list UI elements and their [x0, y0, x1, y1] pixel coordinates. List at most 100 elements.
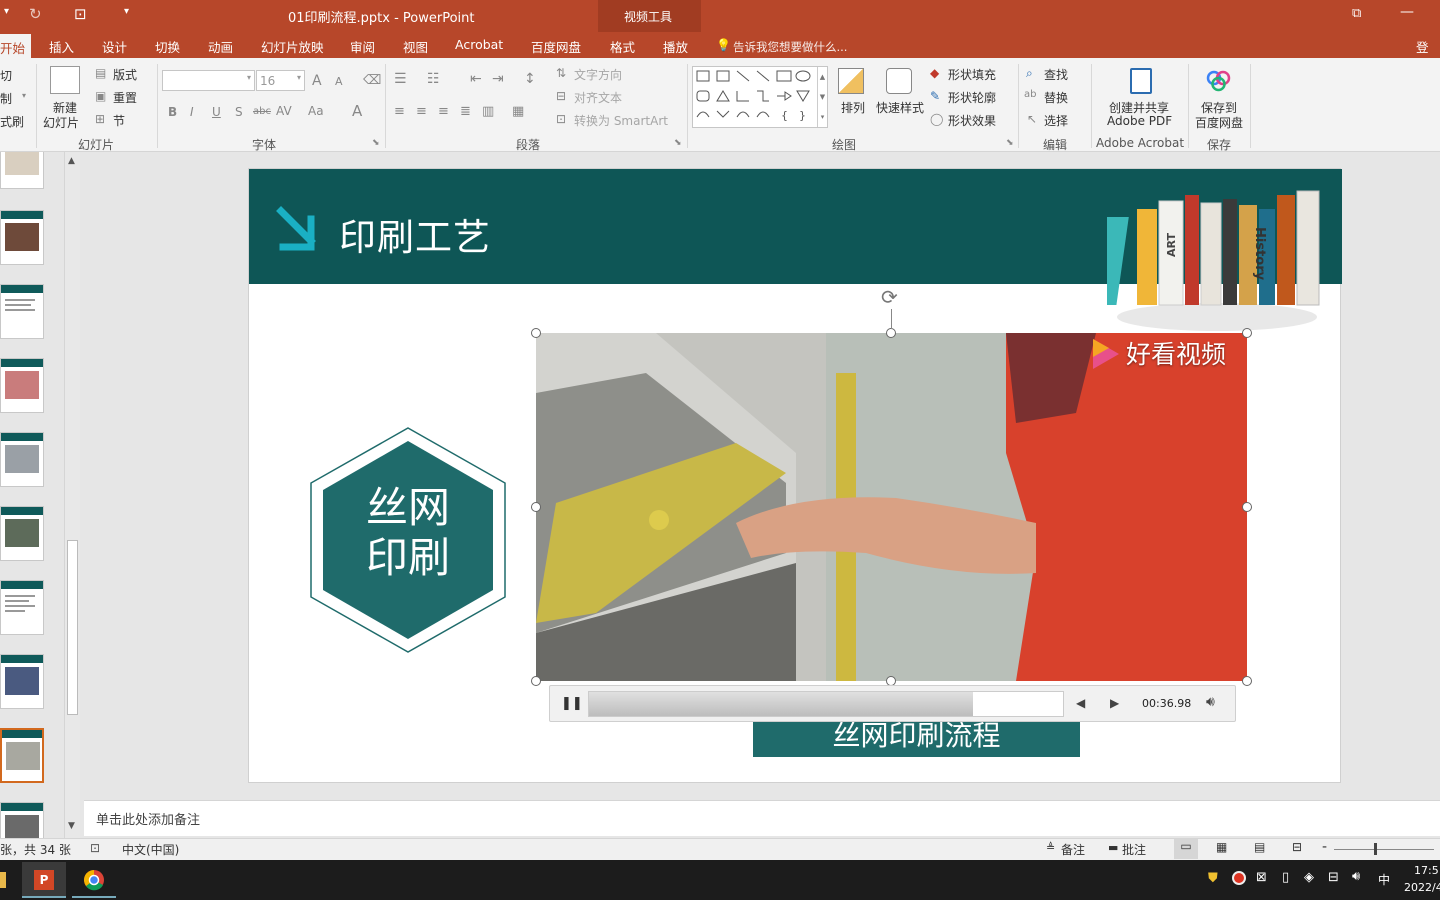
character-spacing-button[interactable]: AV	[276, 104, 292, 118]
resize-handle[interactable]	[531, 676, 541, 686]
shield-icon[interactable]: ◈	[1304, 870, 1314, 885]
customize-quick-access-icon[interactable]: ▾	[124, 6, 129, 17]
clear-formatting-icon[interactable]: ⌫	[363, 73, 381, 88]
slide-thumbnail[interactable]	[0, 358, 44, 413]
change-case-button[interactable]: Aa	[308, 104, 324, 118]
network-icon[interactable]: ⊟	[1328, 870, 1339, 885]
reset-button[interactable]: 重置	[113, 89, 137, 106]
shapes-gallery[interactable]: {} ▲ ▼ ▾	[692, 66, 828, 128]
slide-thumbnail[interactable]	[0, 506, 44, 561]
usb-icon[interactable]: ▯	[1282, 870, 1289, 885]
grow-font-icon[interactable]: A	[312, 73, 322, 89]
increase-indent-icon[interactable]: ⇥	[492, 71, 504, 87]
slide-canvas[interactable]: 印刷工艺 ART History 丝网 印刷 好看视频 ⟳ 丝网印刷流程 ❚❚ …	[248, 168, 1342, 783]
tray-app-icon[interactable]: ⊠	[1256, 870, 1267, 885]
align-left-icon[interactable]: ≡	[394, 104, 405, 119]
arrange-button[interactable]: 排列	[841, 99, 865, 116]
new-slide-button-label2[interactable]: 幻灯片	[43, 114, 79, 131]
find-button[interactable]: 查找	[1044, 66, 1068, 83]
resize-handle[interactable]	[531, 328, 541, 338]
italic-button[interactable]: I	[190, 105, 194, 119]
zoom-slider[interactable]	[1334, 849, 1434, 850]
ime-indicator[interactable]: 中	[1378, 871, 1390, 888]
minimize-icon[interactable]: —	[1400, 4, 1414, 20]
resize-handle[interactable]	[531, 502, 541, 512]
shape-outline-button[interactable]: 形状轮廓	[948, 89, 996, 106]
resize-handle[interactable]	[886, 328, 896, 338]
redo-icon[interactable]: ↻	[29, 5, 42, 23]
record-icon[interactable]	[1232, 871, 1246, 885]
slide-thumbnail[interactable]	[0, 152, 44, 189]
layout-button[interactable]: 版式	[113, 66, 137, 83]
dialog-launcher-icon[interactable]: ⬊	[372, 138, 380, 148]
font-size-combo[interactable]: 16 ▾	[256, 70, 305, 91]
thumbnail-scrollbar[interactable]: ▲ ▼	[64, 152, 80, 838]
clock-time[interactable]: 17:5	[1414, 864, 1439, 877]
powerpoint-taskbar-button[interactable]: P	[22, 862, 66, 898]
dialog-launcher-icon[interactable]: ⬊	[1006, 138, 1014, 148]
quick-access-dropdown-icon[interactable]: ▾	[4, 6, 9, 17]
section-button[interactable]: 节	[113, 112, 125, 129]
comments-button[interactable]: 批注	[1122, 841, 1146, 858]
tab-baidu-netdisk[interactable]: 百度网盘	[531, 37, 581, 56]
notes-toggle-button[interactable]: 备注	[1061, 841, 1085, 858]
convert-smartart-button[interactable]: 转换为 SmartArt	[574, 112, 668, 129]
gallery-scroll-icon[interactable]: ▲ ▼ ▾	[817, 67, 827, 127]
skip-back-button[interactable]: ◀	[1076, 696, 1085, 710]
chrome-taskbar-button[interactable]	[72, 862, 116, 898]
tab-insert[interactable]: 插入	[49, 37, 74, 56]
scroll-thumb[interactable]	[67, 540, 78, 715]
slideshow-icon[interactable]: ⊟	[1292, 840, 1302, 854]
format-painter-button[interactable]: 式刷	[0, 113, 24, 130]
progress-bar[interactable]	[588, 691, 1064, 717]
align-text-button[interactable]: 对齐文本	[574, 89, 622, 106]
slide-thumbnail[interactable]	[0, 654, 44, 709]
zoom-thumb[interactable]	[1374, 843, 1377, 855]
bold-button[interactable]: B	[168, 105, 177, 119]
font-name-combo[interactable]: ▾	[162, 70, 255, 91]
align-center-icon[interactable]: ≡	[416, 104, 427, 119]
tab-acrobat[interactable]: Acrobat	[455, 37, 503, 52]
video-frame[interactable]	[536, 333, 1247, 681]
create-pdf-button-label2[interactable]: Adobe PDF	[1107, 114, 1172, 128]
text-direction-button[interactable]: 文字方向	[574, 66, 622, 83]
slide-thumbnail-pane[interactable]	[0, 152, 64, 838]
numbering-icon[interactable]: ☷	[427, 71, 440, 87]
pause-button[interactable]: ❚❚	[561, 696, 583, 711]
volume-icon[interactable]: 🔊︎	[1206, 694, 1215, 710]
tab-format[interactable]: 格式	[610, 37, 635, 56]
slide-thumbnail-current[interactable]	[0, 728, 44, 783]
volume-tray-icon[interactable]: 🔊︎	[1352, 869, 1360, 884]
select-button[interactable]: 选择	[1044, 112, 1068, 129]
slide-thumbnail[interactable]	[0, 802, 44, 838]
dropdown-icon[interactable]: ▾	[22, 91, 26, 100]
tell-me-search[interactable]: 告诉我您想要做什么...	[733, 39, 847, 55]
copy-button[interactable]: 制	[0, 90, 12, 107]
tab-view[interactable]: 视图	[403, 37, 428, 56]
slide-thumbnail[interactable]	[0, 580, 44, 635]
rotate-handle-icon[interactable]: ⟳	[881, 285, 898, 309]
clock-date[interactable]: 2022/4	[1404, 881, 1440, 894]
skip-forward-button[interactable]: ▶	[1110, 696, 1119, 710]
text-shadow-button[interactable]: S	[235, 105, 243, 119]
tab-design[interactable]: 设计	[102, 37, 127, 56]
slide-thumbnail[interactable]	[0, 210, 44, 265]
tab-home[interactable]: 开始	[0, 34, 32, 58]
slide-sorter-icon[interactable]: ▦	[1216, 840, 1227, 854]
strikethrough-button[interactable]: abc	[253, 106, 271, 117]
slide-thumbnail[interactable]	[0, 432, 44, 487]
file-explorer-icon[interactable]	[0, 872, 6, 888]
tab-review[interactable]: 审阅	[350, 37, 375, 56]
underline-button[interactable]: U	[212, 105, 221, 119]
tab-playback[interactable]: 播放	[663, 37, 688, 56]
decrease-indent-icon[interactable]: ⇤	[470, 71, 482, 87]
slide-thumbnail[interactable]	[0, 284, 44, 339]
security-shield-icon[interactable]: ⛊	[1208, 871, 1218, 886]
resize-handle[interactable]	[1242, 328, 1252, 338]
line-spacing-icon[interactable]: ↕	[524, 71, 536, 87]
quick-styles-button[interactable]: 快速样式	[876, 99, 924, 116]
columns-icon[interactable]: ▦	[512, 104, 524, 119]
bullets-icon[interactable]: ☰	[394, 71, 407, 87]
distributed-icon[interactable]: ▥	[482, 104, 494, 119]
resize-handle[interactable]	[1242, 502, 1252, 512]
